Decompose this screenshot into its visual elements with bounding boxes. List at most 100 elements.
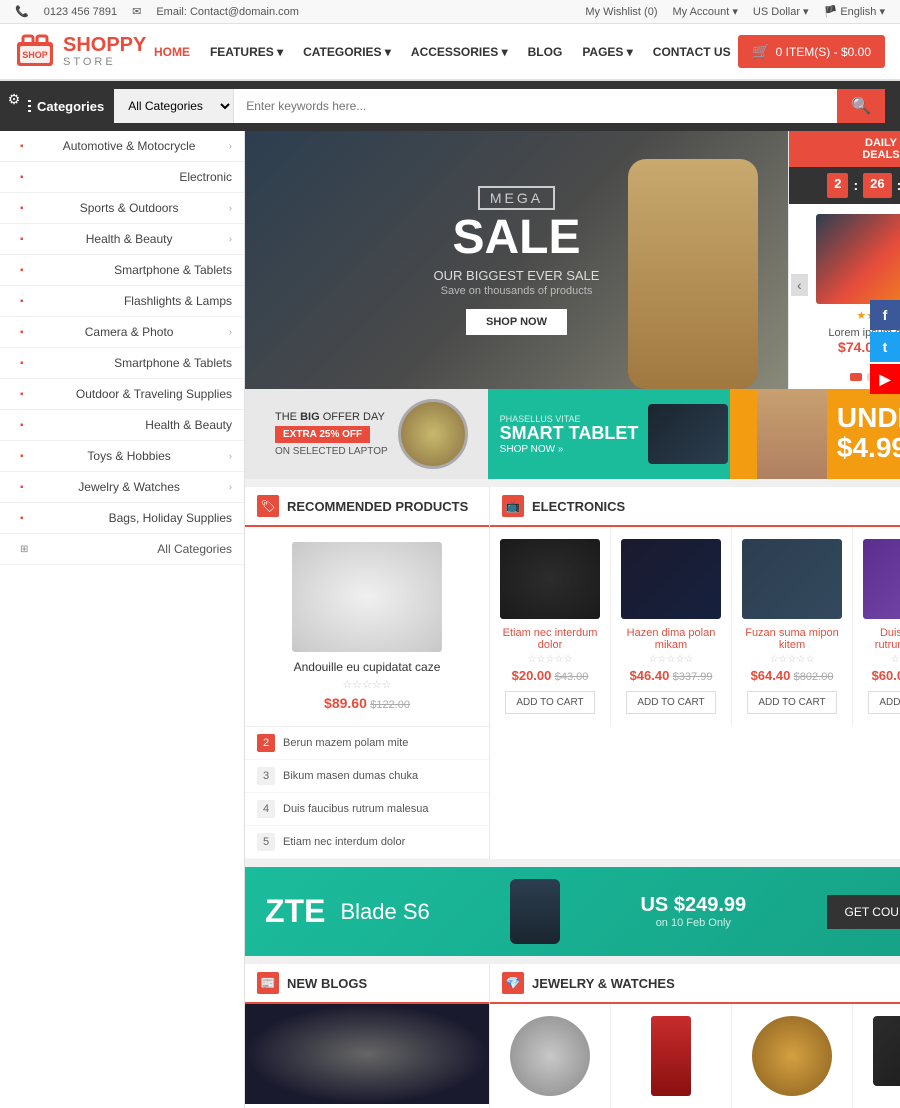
main-layout: Automotive & Motocrycle› Electronic Spor… <box>0 131 900 1108</box>
hero-section: MEGA SALE OUR BIGGEST EVER SALE Save on … <box>245 131 900 389</box>
twitter-button[interactable]: t <box>870 332 900 362</box>
promo-banner-tablet[interactable]: PHASELLUS VITAE SMART TABLET SHOP NOW » <box>488 389 731 479</box>
sidebar-item[interactable]: Jewelry & Watches› <box>0 472 244 503</box>
promo-banner-laptop[interactable]: THE BIG OFFER DAY EXTRA 25% OFF ON SELEC… <box>245 389 488 479</box>
sidebar: Automotive & Motocrycle› Electronic Spor… <box>0 131 245 1108</box>
electronics-icon: 📺 <box>502 495 524 517</box>
facebook-button[interactable]: f <box>870 300 900 330</box>
nav-home[interactable]: HOME <box>154 45 190 59</box>
main-nav: HOME FEATURES ▾ CATEGORIES ▾ ACCESSORIES… <box>154 45 731 59</box>
phone-icon: 📞 <box>15 5 29 18</box>
promo-shop-now-link[interactable]: SHOP NOW » <box>500 444 639 455</box>
recommended-stars: ☆☆☆☆☆ <box>260 678 474 691</box>
sidebar-item[interactable]: Electronic <box>0 162 244 193</box>
content-area: MEGA SALE OUR BIGGEST EVER SALE Save on … <box>245 131 900 1108</box>
recommended-list: 2 Berun mazem polam mite 3 Bikum masen d… <box>245 727 489 859</box>
jewelry-col: 💎 JEWELRY & WATCHES ‹ › <box>490 964 900 1108</box>
new-blogs-title: NEW BLOGS <box>287 976 367 991</box>
sidebar-item[interactable]: Automotive & Motocrycle› <box>0 131 244 162</box>
list-item-text: Berun mazem polam mite <box>283 737 408 749</box>
logo[interactable]: SHOP SHOPPY STORE <box>15 34 146 69</box>
recommended-main-product: Andouille eu cupidatat caze ☆☆☆☆☆ $89.60… <box>245 527 489 727</box>
sidebar-item[interactable]: Health & Beauty <box>0 410 244 441</box>
search-area: Categories All Categories 🔍 <box>0 81 900 131</box>
promo-under-price: $4.99 <box>837 432 900 464</box>
sidebar-item[interactable]: Smartphone & Tablets <box>0 255 244 286</box>
deal-dot-1[interactable] <box>850 373 862 381</box>
hero-sale: SALE <box>434 214 600 262</box>
nav-accessories[interactable]: ACCESSORIES ▾ <box>411 45 508 59</box>
hero-phone-image <box>628 159 758 389</box>
list-item[interactable]: 3 Bikum masen dumas chuka <box>245 760 489 793</box>
list-item-num: 5 <box>257 833 275 851</box>
timer-hours: 2 <box>827 173 848 198</box>
zte-text: ZTE Blade S6 <box>265 893 430 930</box>
hero-save: Save on thousands of products <box>434 285 600 297</box>
product-price: $46.40 <box>630 668 670 683</box>
social-sidebar: f t ▶ <box>870 300 900 394</box>
product-image-phone <box>621 539 721 619</box>
list-item-text: Etiam nec interdum dolor <box>283 836 405 848</box>
zte-banner[interactable]: ZTE Blade S6 US $249.99 on 10 Feb Only G… <box>245 867 900 956</box>
add-to-cart-button[interactable]: ADD TO CART <box>505 691 595 714</box>
add-to-cart-button[interactable]: ADD TO CART <box>747 691 837 714</box>
settings-gear[interactable]: ⚙ <box>0 85 28 113</box>
search-button[interactable]: 🔍 <box>837 89 885 123</box>
zte-coupon-button[interactable]: GET COUPON » <box>827 895 900 929</box>
sidebar-item[interactable]: Camera & Photo› <box>0 317 244 348</box>
category-select[interactable]: All Categories <box>114 89 234 123</box>
sidebar-item[interactable]: Smartphone & Tablets <box>0 348 244 379</box>
list-item[interactable]: 2 Berun mazem polam mite <box>245 727 489 760</box>
recommended-old-price: $122.00 <box>370 699 410 711</box>
cart-icon: 🛒 <box>752 43 769 60</box>
blog-thumbnail[interactable] <box>245 1004 489 1104</box>
product-image-laptop <box>863 539 900 619</box>
wishlist-link[interactable]: My Wishlist (0) <box>585 6 657 18</box>
add-to-cart-button[interactable]: ADD TO CART <box>626 691 716 714</box>
promo-banner-under[interactable]: UNDER $4.99 <box>730 389 900 479</box>
promo-big-offer: THE BIG OFFER DAY <box>275 411 388 423</box>
categories-label: Categories <box>15 99 104 114</box>
nav-pages[interactable]: PAGES ▾ <box>582 45 632 59</box>
email-address: Email: Contact@domain.com <box>156 6 299 18</box>
list-item[interactable]: 4 Duis faucibus rutrum malesua <box>245 793 489 826</box>
timer-sep2: : <box>897 173 900 198</box>
sidebar-all-categories[interactable]: All Categories <box>0 534 244 565</box>
youtube-button[interactable]: ▶ <box>870 364 900 394</box>
daily-deals-timer: 2 : 26 : 34 <box>789 167 900 204</box>
search-input[interactable] <box>234 89 837 123</box>
sidebar-item[interactable]: Bags, Holiday Supplies <box>0 503 244 534</box>
electronics-header: 📺 ELECTRONICS ‹ › <box>490 487 900 527</box>
product-pricing: $64.40 $802.00 <box>742 668 842 683</box>
nav-blog[interactable]: BLOG <box>528 45 563 59</box>
currency-link[interactable]: US Dollar ▾ <box>753 5 809 18</box>
cart-button[interactable]: 🛒 0 ITEM(S) - $0.00 <box>738 35 885 68</box>
promo-under-label: UNDER <box>837 404 900 432</box>
top-bar: 📞 0123 456 7891 ✉ Email: Contact@domain.… <box>0 0 900 24</box>
sidebar-item[interactable]: Sports & Outdoors› <box>0 193 244 224</box>
list-item[interactable]: 5 Etiam nec interdum dolor <box>245 826 489 859</box>
recommended-product-name: Andouille eu cupidatat caze <box>260 660 474 674</box>
logo-svg: SHOP <box>15 34 55 69</box>
account-link[interactable]: My Account ▾ <box>672 5 737 18</box>
recommended-title: RECOMMENDED PRODUCTS <box>287 499 468 514</box>
list-item-num: 2 <box>257 734 275 752</box>
sidebar-item[interactable]: Flashlights & Lamps <box>0 286 244 317</box>
sidebar-item[interactable]: Outdoor & Traveling Supplies <box>0 379 244 410</box>
add-to-cart-button[interactable]: ADD TO CART <box>868 691 900 714</box>
recommended-product-image <box>292 542 442 652</box>
hero-shop-now-button[interactable]: SHOP NOW <box>466 309 567 335</box>
sidebar-item-health-beauty[interactable]: Health & Beauty› <box>0 224 244 255</box>
product-pricing: $60.00 $100.00 <box>863 668 900 683</box>
zte-brand: ZTE <box>265 893 325 930</box>
deal-prev-button[interactable]: ‹ <box>791 274 808 296</box>
logo-shoppy: SHOPPY <box>63 34 146 56</box>
timer-minutes: 26 <box>863 173 891 198</box>
nav-features[interactable]: FEATURES ▾ <box>210 45 283 59</box>
product-card: Fuzan suma mipon kitem ☆☆☆☆☆ $64.40 $802… <box>732 527 853 726</box>
nav-categories[interactable]: CATEGORIES ▾ <box>303 45 391 59</box>
nav-contact[interactable]: CONTACT US <box>653 45 731 59</box>
jewelry-products <box>490 1004 900 1108</box>
language-link[interactable]: 🏴 English ▾ <box>824 5 885 18</box>
sidebar-item[interactable]: Toys & Hobbies› <box>0 441 244 472</box>
